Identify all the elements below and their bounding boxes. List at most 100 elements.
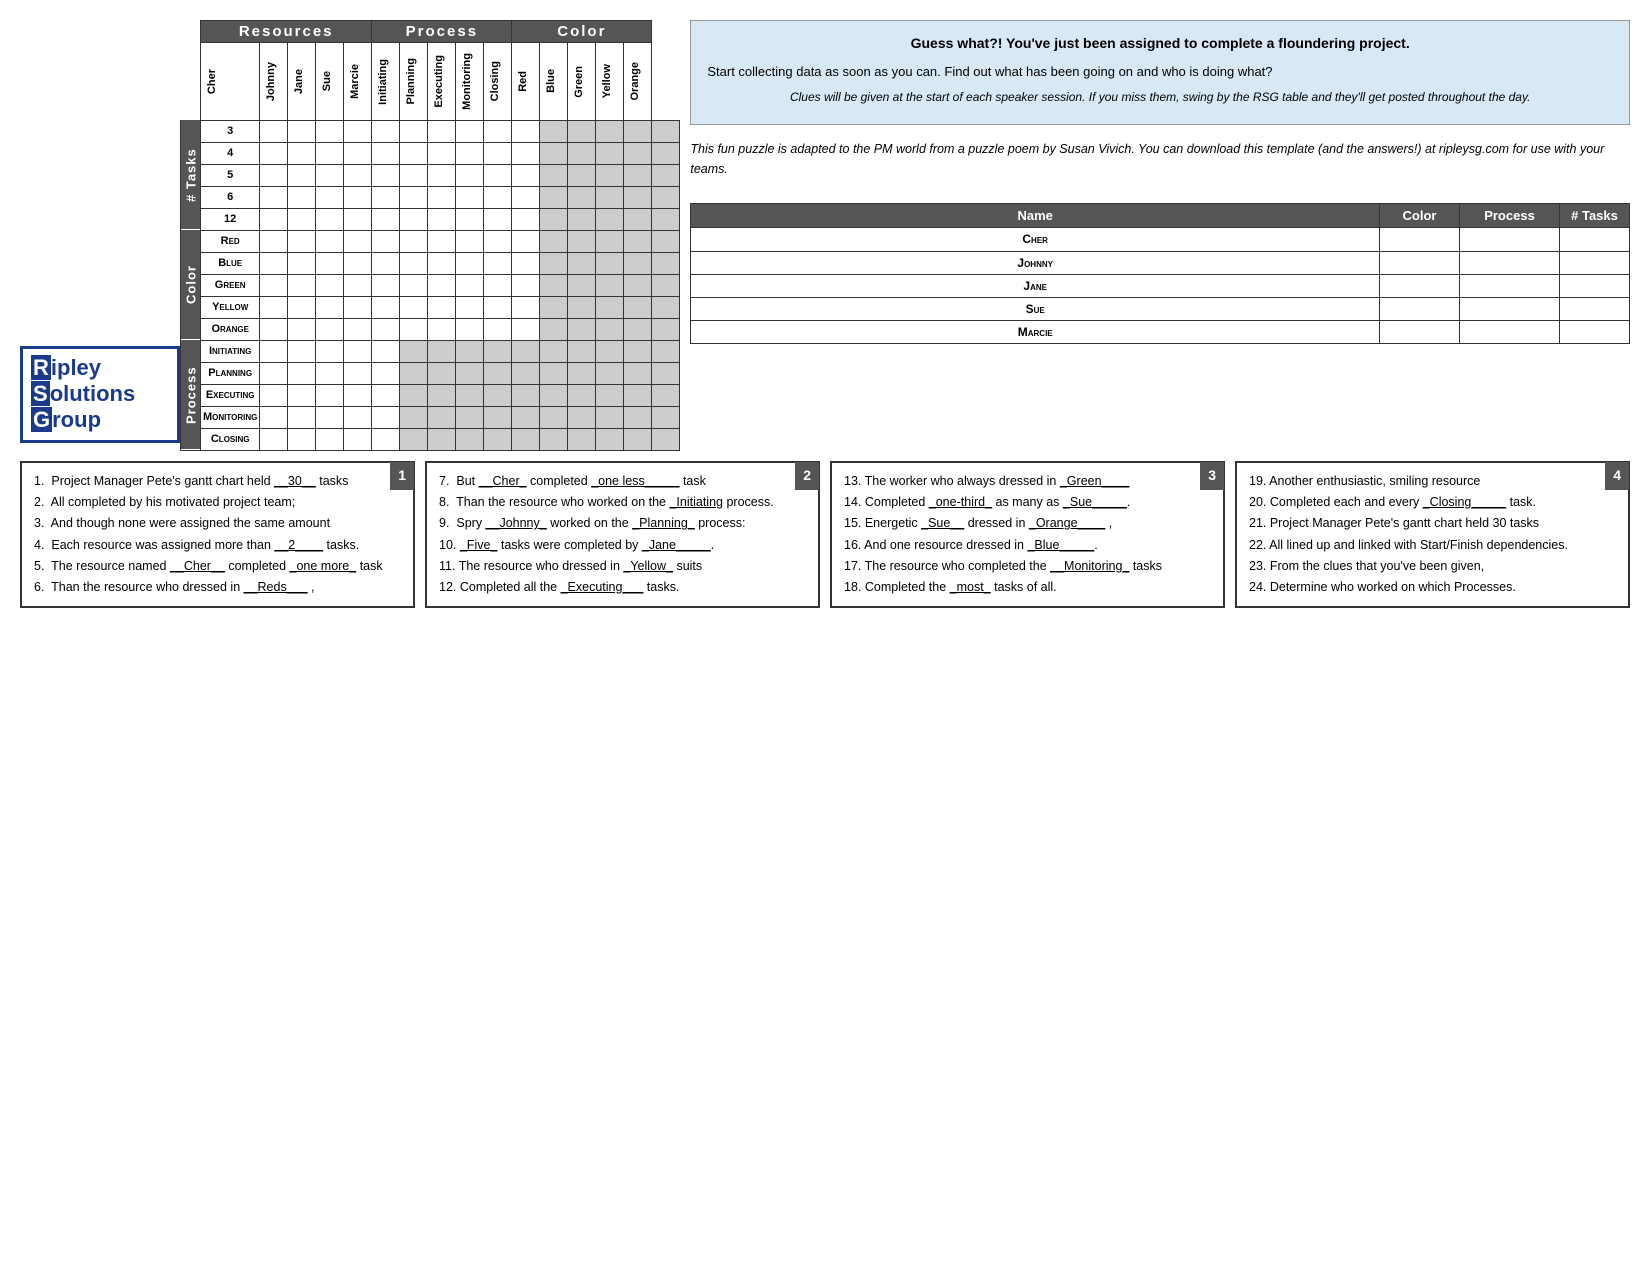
- pm-sue[interactable]: [344, 406, 372, 428]
- co-cher[interactable]: [260, 318, 288, 340]
- cr-jane[interactable]: [316, 230, 344, 252]
- cb-closing[interactable]: [512, 252, 540, 274]
- t6-cher[interactable]: [260, 186, 288, 208]
- t5-sue[interactable]: [344, 164, 372, 186]
- pp-marcie[interactable]: [372, 362, 400, 384]
- summary-tasks-johnny[interactable]: [1560, 251, 1630, 274]
- t4-executing[interactable]: [456, 142, 484, 164]
- pi-marcie[interactable]: [372, 340, 400, 362]
- cy-executing[interactable]: [456, 296, 484, 318]
- cr-johnny[interactable]: [288, 230, 316, 252]
- summary-color-cher[interactable]: [1380, 227, 1460, 251]
- cy-initiating[interactable]: [400, 296, 428, 318]
- co-initiating[interactable]: [400, 318, 428, 340]
- cg-executing[interactable]: [456, 274, 484, 296]
- cy-planning[interactable]: [428, 296, 456, 318]
- pc-marcie[interactable]: [372, 428, 400, 450]
- t12-executing[interactable]: [456, 208, 484, 230]
- cg-johnny[interactable]: [288, 274, 316, 296]
- co-sue[interactable]: [344, 318, 372, 340]
- summary-process-jane[interactable]: [1460, 274, 1560, 297]
- pc-johnny[interactable]: [288, 428, 316, 450]
- summary-process-marcie[interactable]: [1460, 320, 1560, 343]
- co-monitoring[interactable]: [484, 318, 512, 340]
- t5-closing[interactable]: [512, 164, 540, 186]
- summary-color-marcie[interactable]: [1380, 320, 1460, 343]
- pi-jane[interactable]: [316, 340, 344, 362]
- t4-sue[interactable]: [344, 142, 372, 164]
- cr-sue[interactable]: [344, 230, 372, 252]
- t12-marcie[interactable]: [372, 208, 400, 230]
- cy-marcie[interactable]: [372, 296, 400, 318]
- cg-sue[interactable]: [344, 274, 372, 296]
- cb-johnny[interactable]: [288, 252, 316, 274]
- cb-monitoring[interactable]: [484, 252, 512, 274]
- pi-sue[interactable]: [344, 340, 372, 362]
- t5-planning[interactable]: [428, 164, 456, 186]
- cg-marcie[interactable]: [372, 274, 400, 296]
- pp-jane[interactable]: [316, 362, 344, 384]
- pm-johnny[interactable]: [288, 406, 316, 428]
- cg-closing[interactable]: [512, 274, 540, 296]
- t6-initiating[interactable]: [400, 186, 428, 208]
- t12-sue[interactable]: [344, 208, 372, 230]
- t5-initiating[interactable]: [400, 164, 428, 186]
- cb-sue[interactable]: [344, 252, 372, 274]
- cr-executing[interactable]: [456, 230, 484, 252]
- pc-sue[interactable]: [344, 428, 372, 450]
- cb-marcie[interactable]: [372, 252, 400, 274]
- cy-sue[interactable]: [344, 296, 372, 318]
- co-closing[interactable]: [512, 318, 540, 340]
- t12-johnny[interactable]: [288, 208, 316, 230]
- cy-jane[interactable]: [316, 296, 344, 318]
- pp-sue[interactable]: [344, 362, 372, 384]
- t4-johnny[interactable]: [288, 142, 316, 164]
- pi-johnny[interactable]: [288, 340, 316, 362]
- cg-initiating[interactable]: [400, 274, 428, 296]
- t6-marcie[interactable]: [372, 186, 400, 208]
- cr-closing[interactable]: [512, 230, 540, 252]
- cb-initiating[interactable]: [400, 252, 428, 274]
- cy-closing[interactable]: [512, 296, 540, 318]
- t3-initiating[interactable]: [400, 120, 428, 142]
- cg-jane[interactable]: [316, 274, 344, 296]
- pi-cher[interactable]: [260, 340, 288, 362]
- cy-johnny[interactable]: [288, 296, 316, 318]
- t4-planning[interactable]: [428, 142, 456, 164]
- cr-planning[interactable]: [428, 230, 456, 252]
- co-planning[interactable]: [428, 318, 456, 340]
- cg-planning[interactable]: [428, 274, 456, 296]
- t4-marcie[interactable]: [372, 142, 400, 164]
- cg-cher[interactable]: [260, 274, 288, 296]
- cb-executing[interactable]: [456, 252, 484, 274]
- t3-cher[interactable]: [260, 120, 288, 142]
- t6-executing[interactable]: [456, 186, 484, 208]
- t4-jane[interactable]: [316, 142, 344, 164]
- pm-cher[interactable]: [260, 406, 288, 428]
- t5-jane[interactable]: [316, 164, 344, 186]
- pp-cher[interactable]: [260, 362, 288, 384]
- pc-cher[interactable]: [260, 428, 288, 450]
- pe-johnny[interactable]: [288, 384, 316, 406]
- t6-sue[interactable]: [344, 186, 372, 208]
- cr-initiating[interactable]: [400, 230, 428, 252]
- cy-monitoring[interactable]: [484, 296, 512, 318]
- cb-cher[interactable]: [260, 252, 288, 274]
- pp-johnny[interactable]: [288, 362, 316, 384]
- co-jane[interactable]: [316, 318, 344, 340]
- t4-cher[interactable]: [260, 142, 288, 164]
- cr-monitoring[interactable]: [484, 230, 512, 252]
- co-executing[interactable]: [456, 318, 484, 340]
- t3-sue[interactable]: [344, 120, 372, 142]
- summary-process-cher[interactable]: [1460, 227, 1560, 251]
- summary-tasks-marcie[interactable]: [1560, 320, 1630, 343]
- t5-cher[interactable]: [260, 164, 288, 186]
- t4-closing[interactable]: [512, 142, 540, 164]
- pe-marcie[interactable]: [372, 384, 400, 406]
- cr-cher[interactable]: [260, 230, 288, 252]
- pe-sue[interactable]: [344, 384, 372, 406]
- cr-marcie[interactable]: [372, 230, 400, 252]
- summary-color-sue[interactable]: [1380, 297, 1460, 320]
- pm-marcie[interactable]: [372, 406, 400, 428]
- t6-planning[interactable]: [428, 186, 456, 208]
